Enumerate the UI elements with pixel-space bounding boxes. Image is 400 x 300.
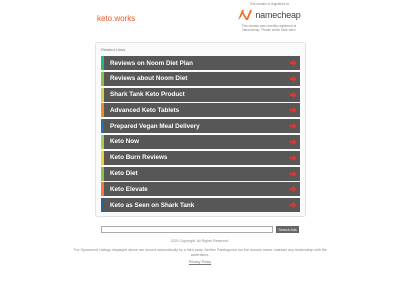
related-link-label: Advanced Keto Tablets bbox=[110, 106, 180, 114]
arrow-right-icon bbox=[289, 154, 297, 161]
arrow-right-icon bbox=[289, 170, 297, 177]
namecheap-wordmark: namecheap bbox=[255, 10, 301, 20]
related-link-row[interactable]: Prepared Vegan Meal Delivery bbox=[101, 119, 300, 134]
disclaimer-text: The Sponsored Listings displayed above a… bbox=[73, 248, 327, 257]
arrow-right-icon bbox=[289, 59, 297, 67]
related-link-row[interactable]: Reviews on Noom Diet Plan bbox=[101, 56, 300, 70]
related-link-label: Keto Elevate bbox=[110, 185, 148, 193]
arrow-right-icon bbox=[289, 201, 297, 209]
related-link-row[interactable]: Keto Diet bbox=[101, 166, 300, 181]
link-accent-bar bbox=[101, 103, 104, 118]
arrow-right-icon bbox=[289, 75, 297, 82]
domain-title: keto.works bbox=[97, 14, 136, 23]
link-accent-bar bbox=[101, 166, 104, 181]
link-accent-bar bbox=[101, 119, 104, 134]
related-link-row[interactable]: Shark Tank Keto Product bbox=[101, 87, 300, 102]
link-accent-bar bbox=[101, 150, 104, 165]
search-input[interactable] bbox=[101, 226, 274, 233]
related-link-row[interactable]: Keto Burn Reviews bbox=[101, 150, 300, 165]
arrow-right-icon bbox=[289, 122, 297, 130]
related-link-label: Keto Now bbox=[110, 138, 140, 146]
namecheap-logo-icon bbox=[238, 10, 253, 20]
related-link-label: Keto as Seen on Shark Tank bbox=[110, 201, 195, 209]
registrar-block: This domain is registered at namecheap T… bbox=[234, 2, 304, 32]
link-accent-bar bbox=[101, 198, 104, 213]
namecheap-logo-link[interactable]: namecheap bbox=[234, 9, 304, 21]
privacy-policy-link[interactable]: Privacy Policy bbox=[70, 260, 330, 265]
related-links-panel: Related Links Reviews on Noom Diet Plan R… bbox=[95, 42, 306, 217]
search-ads-button[interactable]: Search Ads bbox=[276, 226, 299, 233]
related-link-label: Shark Tank Keto Product bbox=[110, 91, 185, 99]
related-link-label: Keto Burn Reviews bbox=[110, 154, 168, 162]
related-link-label: Prepared Vegan Meal Delivery bbox=[110, 122, 200, 130]
link-accent-bar bbox=[101, 134, 104, 149]
link-accent-bar bbox=[101, 56, 104, 70]
related-link-label: Reviews about Noom Diet bbox=[110, 75, 188, 83]
link-accent-bar bbox=[101, 182, 104, 197]
arrow-right-icon bbox=[289, 138, 297, 146]
related-link-label: Reviews on Noom Diet Plan bbox=[110, 59, 193, 67]
arrow-right-icon bbox=[289, 186, 297, 193]
registrar-subtext: This domain was recently registered at N… bbox=[241, 24, 297, 32]
related-link-label: Keto Diet bbox=[110, 170, 138, 178]
arrow-right-icon bbox=[289, 107, 297, 114]
related-link-row[interactable]: Keto Now bbox=[101, 134, 300, 149]
related-link-row[interactable]: Advanced Keto Tablets bbox=[101, 103, 300, 118]
arrow-right-icon bbox=[289, 91, 297, 98]
related-links-title: Related Links bbox=[101, 47, 126, 52]
related-link-row[interactable]: Keto Elevate bbox=[101, 182, 300, 197]
related-link-row[interactable]: Reviews about Noom Diet bbox=[101, 71, 300, 86]
search-bar: Search Ads bbox=[101, 226, 299, 233]
related-link-row[interactable]: Keto as Seen on Shark Tank bbox=[101, 198, 300, 213]
registrar-note: This domain is registered at bbox=[249, 2, 289, 6]
copyright-text: 2020 Copyright. All Rights Reserved. bbox=[170, 239, 230, 243]
related-links-list: Reviews on Noom Diet Plan Reviews about N… bbox=[101, 56, 300, 213]
link-accent-bar bbox=[101, 87, 104, 102]
link-accent-bar bbox=[101, 71, 104, 86]
